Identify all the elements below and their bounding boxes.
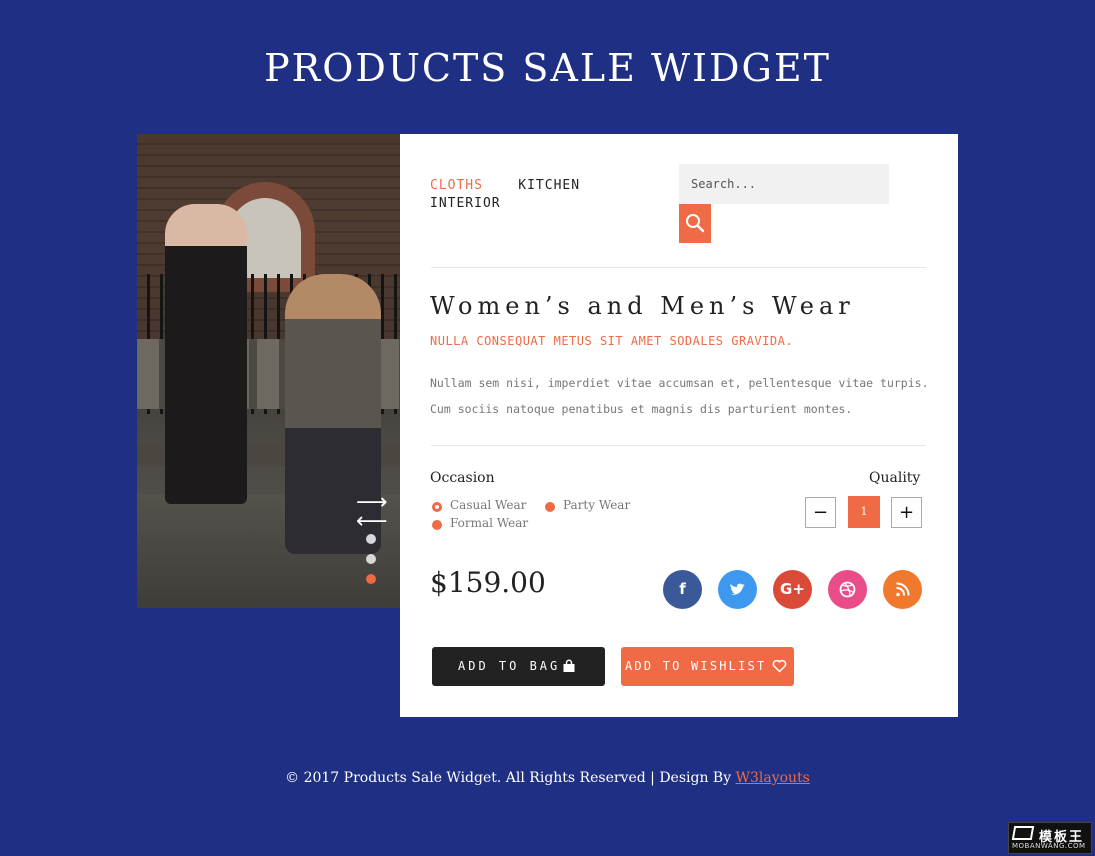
- occasion-option-casual[interactable]: Casual Wear: [450, 498, 526, 512]
- footer-link[interactable]: W3layouts: [736, 770, 810, 786]
- dribbble-button[interactable]: [828, 570, 867, 609]
- slider-prev-arrow-icon[interactable]: ⟵: [356, 511, 388, 533]
- watermark-logo: 模板王 MOBANWANG.COM: [1008, 822, 1092, 854]
- search-input[interactable]: [679, 164, 889, 204]
- occasion-radio-party[interactable]: [545, 502, 555, 512]
- nav-item-kitchen[interactable]: KITCHEN: [518, 178, 580, 193]
- google-plus-icon: G+: [780, 580, 805, 598]
- google-plus-button[interactable]: G+: [773, 570, 812, 609]
- dribbble-icon: [839, 581, 856, 598]
- add-to-wishlist-button[interactable]: ADD TO WISHLIST: [621, 647, 794, 686]
- occasion-radio-casual[interactable]: [432, 502, 442, 512]
- watermark-bottom: MOBANWANG.COM: [1012, 842, 1086, 850]
- rss-icon: [896, 582, 910, 597]
- twitter-icon: [730, 583, 745, 595]
- slider-dot-3[interactable]: [366, 574, 376, 584]
- facebook-button[interactable]: f: [663, 570, 702, 609]
- quantity-increase-button[interactable]: +: [891, 497, 922, 528]
- footer: © 2017 Products Sale Widget. All Rights …: [0, 770, 1095, 786]
- occasion-option-party[interactable]: Party Wear: [563, 498, 630, 512]
- page-title: PRODUCTS SALE WIDGET: [264, 46, 831, 90]
- footer-text: © 2017 Products Sale Widget. All Rights …: [285, 770, 736, 786]
- quantity-value: 1: [848, 496, 880, 528]
- category-nav: CLOTHS KITCHEN INTERIOR: [430, 177, 620, 213]
- nav-item-cloths[interactable]: CLOTHS: [430, 178, 483, 193]
- watermark-icon: [1011, 826, 1035, 840]
- rss-button[interactable]: [883, 570, 922, 609]
- product-image: ⟶ ⟵: [137, 134, 400, 608]
- slider-dot-2[interactable]: [366, 554, 376, 564]
- heart-icon: [772, 659, 787, 673]
- facebook-icon: f: [679, 580, 686, 598]
- nav-item-interior[interactable]: INTERIOR: [430, 196, 501, 211]
- product-card: CLOTHS KITCHEN INTERIOR Women’s and Men’…: [400, 134, 958, 717]
- add-to-wishlist-label: ADD TO WISHLIST: [625, 659, 767, 673]
- occasion-option-formal[interactable]: Formal Wear: [450, 516, 528, 530]
- shopping-bag-icon: [563, 659, 575, 672]
- occasion-radio-formal[interactable]: [432, 520, 442, 530]
- quantity-label: Quality: [869, 470, 921, 486]
- product-description: Nullam sem nisi, imperdiet vitae accumsa…: [430, 376, 929, 416]
- search-icon: [686, 214, 705, 233]
- add-to-bag-label: ADD TO BAG: [458, 659, 561, 673]
- slider-dot-1[interactable]: [366, 534, 376, 544]
- photo-model-man: [165, 204, 247, 504]
- twitter-button[interactable]: [718, 570, 757, 609]
- divider: [431, 267, 926, 268]
- add-to-bag-button[interactable]: ADD TO BAG: [432, 647, 605, 686]
- divider: [431, 445, 926, 446]
- product-subtitle: NULLA CONSEQUAT METUS SIT AMET SODALES G…: [430, 334, 794, 348]
- product-title: Women’s and Men’s Wear: [430, 292, 855, 320]
- quantity-decrease-button[interactable]: −: [805, 497, 836, 528]
- search-button[interactable]: [679, 204, 711, 243]
- product-price: $159.00: [430, 566, 546, 599]
- occasion-label: Occasion: [430, 470, 495, 486]
